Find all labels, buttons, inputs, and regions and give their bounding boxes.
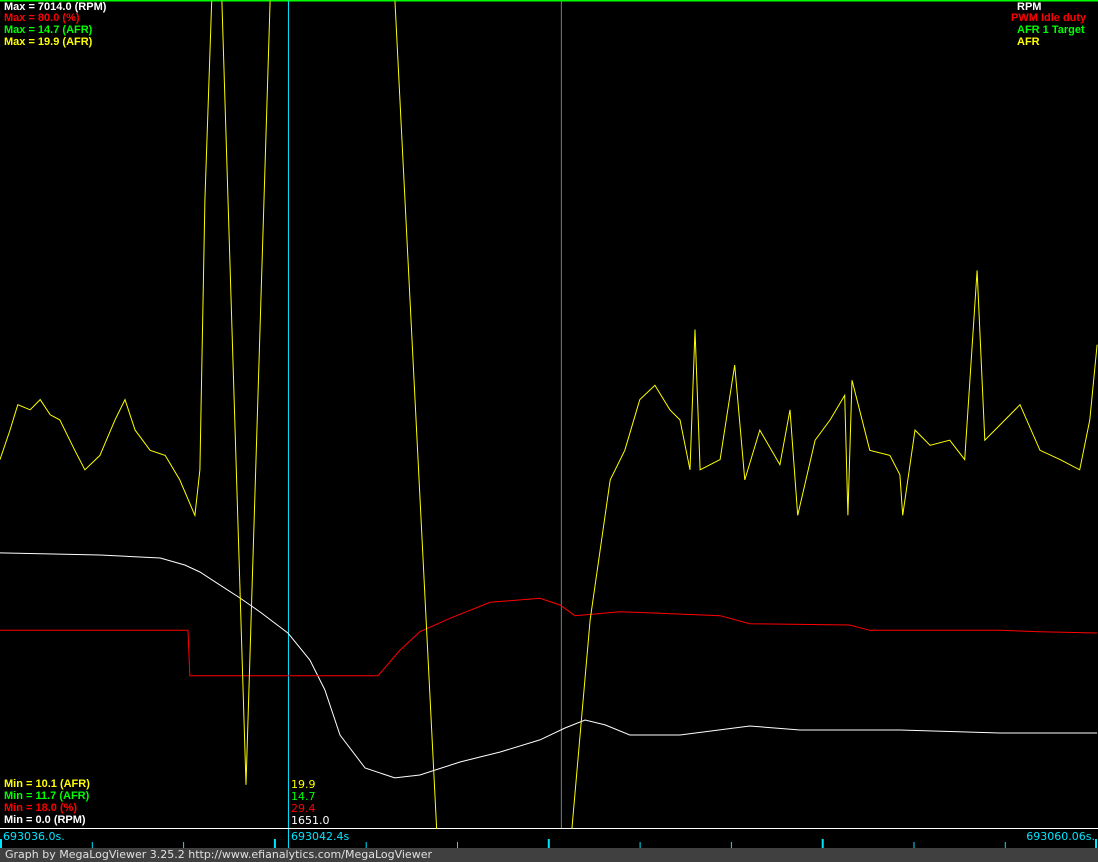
log-graph[interactable] (0, 0, 1098, 829)
min-label-pwm: Min = 18.0 (%) (4, 802, 78, 814)
footer-credit: Graph by MegaLogViewer 3.25.2 http://www… (0, 848, 1098, 862)
cursor-value-afr: 19.9 (291, 778, 316, 791)
min-label-afr-target: Min = 11.7 (AFR) (4, 790, 90, 802)
series-line-pwm-idle-duty (0, 597, 1098, 677)
series-line-rpm (0, 552, 1098, 779)
min-label-rpm: Min = 0.0 (RPM) (4, 814, 86, 826)
max-label-afr: Max = 19.9 (AFR) (4, 36, 93, 48)
cursor-value-rpm: 1651.0 (291, 814, 330, 827)
max-label-pwm: Max = 80.0 (%) (4, 12, 80, 24)
legend-afr[interactable]: AFR (1017, 37, 1040, 48)
time-axis-ticks[interactable] (0, 829, 1098, 848)
max-label-afr-target: Max = 14.7 (AFR) (4, 24, 93, 36)
min-label-afr: Min = 10.1 (AFR) (4, 778, 90, 790)
legend-afr-target[interactable]: AFR 1 Target (1017, 25, 1085, 36)
cursor-value-pwm: 29.4 (291, 802, 316, 815)
series-layer (0, 0, 1098, 829)
cursor-value-afr-target: 14.7 (291, 790, 316, 803)
legend-pwm-idle-duty[interactable]: PWM Idle duty (1011, 13, 1086, 24)
series-line-afr (0, 0, 1098, 829)
